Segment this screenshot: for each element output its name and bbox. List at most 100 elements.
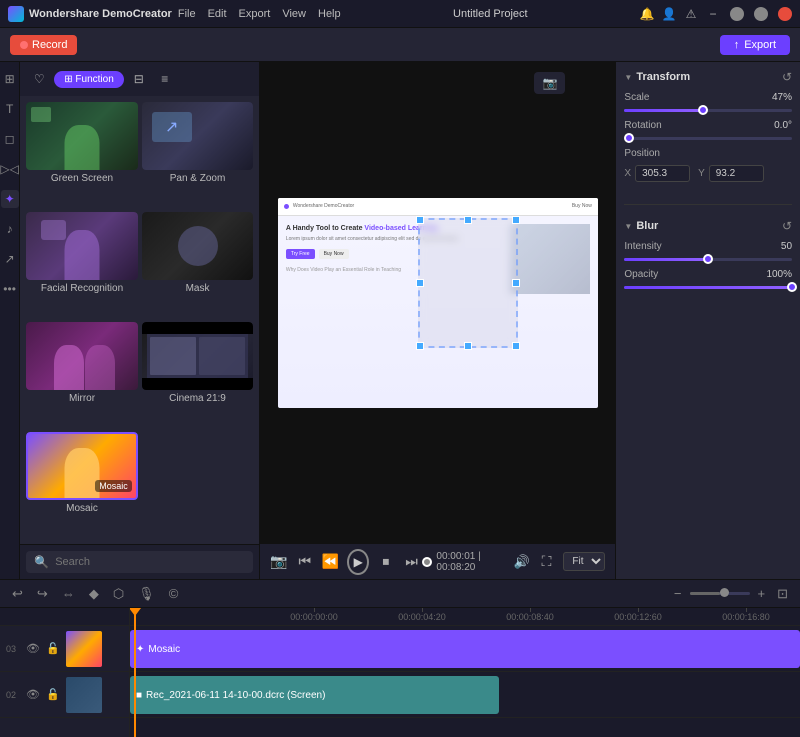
timeline-playhead[interactable] [134,608,136,737]
rotation-value: 0.0° [774,120,792,131]
undo-btn[interactable]: ↩ [8,584,27,604]
zoom-in-btn[interactable]: + [754,584,770,603]
zoom-thumb[interactable] [720,588,729,597]
play-button[interactable]: ▶ [347,549,369,575]
settings-icon[interactable]: − [706,7,720,21]
tab-icon-3[interactable]: ≡ [154,68,176,90]
opacity-thumb[interactable] [787,282,797,292]
handle-rc[interactable] [512,279,520,287]
sidebar-more-icon[interactable]: ••• [1,280,19,298]
tab-function[interactable]: ⊞ Function [54,71,124,88]
rotation-thumb[interactable] [624,133,634,143]
rewind-btn[interactable]: ⏪ [322,551,340,573]
effect-facial[interactable]: Facial Recognition [26,212,138,318]
effect-mosaic[interactable]: Mosaic Mosaic [26,432,138,538]
window-close[interactable] [778,7,792,21]
x-input[interactable] [635,165,690,182]
search-input[interactable] [55,556,245,568]
blur-selection[interactable] [418,218,518,348]
y-group: Y [698,165,764,182]
track-02-eye[interactable]: 👁 [26,688,40,702]
alert-icon[interactable]: ⚠ [684,7,698,21]
prev-frame-btn[interactable]: ⏮ [296,551,314,573]
menu-file[interactable]: File [178,8,196,20]
track-03-clip[interactable]: ✦ Mosaic [130,630,800,668]
effect-mirror[interactable]: Mirror [26,322,138,428]
scale-thumb[interactable] [698,105,708,115]
scale-slider[interactable] [624,109,792,112]
track-03-controls: 03 👁 🔓 [0,626,130,672]
intensity-label: Intensity [624,241,661,252]
track-02-lock[interactable]: 🔓 [46,688,60,702]
track-02-row: ■ Rec_2021-06-11 14-10-00.dcrc (Screen) [130,672,800,718]
effects-grid: Green Screen ↗ Pan & Zoom Facial Recogni… [20,96,259,544]
menu-view[interactable]: View [282,8,306,20]
effect-green-screen[interactable]: Green Screen [26,102,138,208]
position-label: Position [624,148,660,159]
menu-edit[interactable]: Edit [208,8,227,20]
sidebar-transitions-icon[interactable]: ▷◁ [1,160,19,178]
record-button[interactable]: Record [10,35,77,55]
track-03-eye[interactable]: 👁 [26,642,40,656]
split-btn[interactable]: ⇔ [58,584,79,603]
tab-icon-2[interactable]: ⊟ [128,68,150,90]
export-button[interactable]: ↑ Export [720,35,790,55]
keyframe-btn[interactable]: ◆ [85,584,103,604]
fit-select[interactable]: Fit [563,552,605,571]
handle-tc[interactable] [464,216,472,224]
track-03-lock[interactable]: 🔓 [46,642,60,656]
intensity-slider[interactable] [624,258,792,261]
handle-bl[interactable] [416,342,424,350]
window-maximize[interactable] [754,7,768,21]
stop-btn[interactable]: ⏹ [377,551,395,573]
sidebar-media-icon[interactable]: ⊞ [1,70,19,88]
screenshot-btn[interactable]: 📷 [270,551,288,573]
handle-tl[interactable] [416,216,424,224]
y-input[interactable] [709,165,764,182]
account-icon[interactable]: 👤 [662,7,676,21]
sidebar-text-icon[interactable]: T [1,100,19,118]
zoom-track[interactable] [690,592,750,595]
effect-pan-zoom[interactable]: ↗ Pan & Zoom [142,102,254,208]
copyright-btn[interactable]: © [165,584,183,603]
notification-icon[interactable]: 🔔 [640,7,654,21]
record-label: Record [32,39,67,51]
effects-panel: ♡ ⊞ Function ⊟ ≡ Green Screen ↗ [20,62,260,579]
sidebar-cursor-icon[interactable]: ↗ [1,250,19,268]
mask-btn[interactable]: ⬡ [109,584,128,604]
zoom-out-btn[interactable]: − [670,584,686,603]
transform-reset[interactable]: ↺ [782,70,792,84]
clip-03-icon: ✦ [136,644,144,655]
track-03-thumb-inner [66,631,102,667]
track-02-clip[interactable]: ■ Rec_2021-06-11 14-10-00.dcrc (Screen) [130,676,499,714]
handle-bc[interactable] [464,342,472,350]
effect-mask[interactable]: Mask [142,212,254,318]
rotation-slider[interactable] [624,137,792,140]
sidebar-effects-icon[interactable]: ✦ [1,190,19,208]
fullscreen-btn[interactable]: ⛶ [538,551,556,573]
next-frame-btn[interactable]: ⏭ [403,551,421,573]
camera-button[interactable]: 📷 [534,72,565,94]
effect-cinema[interactable]: Cinema 21:9 [142,322,254,428]
sidebar-shapes-icon[interactable]: ◻ [1,130,19,148]
time-display: 00:00:01 | 00:08:20 [436,551,505,573]
redo-btn[interactable]: ↪ [33,584,52,604]
app-logo: Wondershare DemoCreator [8,6,172,22]
fit-timeline-btn[interactable]: ⊡ [773,584,792,604]
menu-help[interactable]: Help [318,8,341,20]
mic-btn[interactable]: 🎙 [134,584,159,604]
handle-lc[interactable] [416,279,424,287]
tab-favorites[interactable]: ♡ [28,68,50,90]
intensity-thumb[interactable] [703,254,713,264]
progress-thumb [422,557,432,567]
handle-tr[interactable] [512,216,520,224]
handle-br[interactable] [512,342,520,350]
blur-reset[interactable]: ↺ [782,219,792,233]
window-minimize[interactable] [730,7,744,21]
sidebar-audio-icon[interactable]: ♪ [1,220,19,238]
transform-header: ▼ Transform ↺ [624,70,792,84]
rotation-label: Rotation [624,120,661,131]
menu-export[interactable]: Export [239,8,271,20]
volume-icon[interactable]: 🔊 [514,554,530,570]
opacity-slider[interactable] [624,286,792,289]
